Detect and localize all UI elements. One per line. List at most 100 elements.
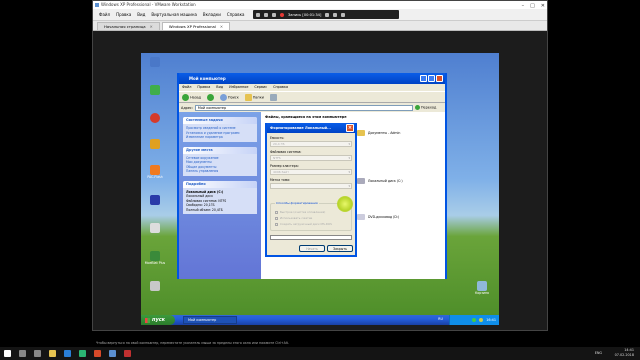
place-link[interactable]: Панель управления [186, 169, 254, 174]
desktop-icon[interactable]: MoeBlat Plus [144, 251, 166, 266]
desktop-icon[interactable] [144, 85, 166, 96]
window-toolbar: Назад Поиск Папки [179, 91, 445, 103]
msdos-boot-checkbox[interactable]: Создать загрузочный диск MS-DOS [275, 222, 332, 226]
fs-select[interactable]: NTFS [270, 155, 352, 161]
compression-checkbox[interactable]: Использовать сжатие [275, 216, 312, 220]
minimize-icon[interactable]: – [522, 2, 525, 9]
task-view-icon[interactable] [34, 350, 41, 357]
menu-tools[interactable]: Сервис [254, 84, 267, 91]
quick-format-checkbox[interactable]: Быстрое (очистка оглавления) [275, 210, 325, 214]
app-icon [150, 113, 160, 123]
desktop-icon[interactable]: PAC-Flash [144, 165, 166, 180]
menu-favorites[interactable]: Избранное [229, 84, 248, 91]
minimize-icon[interactable] [420, 75, 427, 82]
tab-home[interactable]: Начальная страница ✕ [97, 22, 160, 30]
app-icon [150, 195, 160, 205]
volume-input[interactable] [270, 183, 352, 189]
close-button[interactable]: Закрыть [327, 245, 353, 252]
drive-item[interactable]: Документы - Admin [357, 130, 400, 136]
language-indicator[interactable]: ENG [595, 351, 602, 355]
maximize-icon[interactable]: □ [530, 2, 535, 9]
menu-file[interactable]: Файл [99, 12, 110, 17]
dialog-titlebar[interactable]: Форматирование Локальный... × [267, 123, 355, 133]
address-input[interactable]: Мой компьютер [194, 104, 413, 111]
app-icon[interactable] [94, 350, 101, 357]
recycle-bin-icon [477, 281, 487, 291]
window-menubar: Файл Правка Вид Избранное Сервис Справка [179, 84, 445, 91]
menu-vm[interactable]: Виртуальная машина [151, 12, 196, 17]
desktop-icon[interactable] [144, 113, 166, 124]
window-controls [420, 75, 443, 82]
search-button[interactable]: Поиск [219, 93, 239, 101]
vmware-window-title: Windows XP Professional - VMware Worksta… [101, 2, 196, 7]
browser-icon[interactable] [64, 350, 71, 357]
panel-header[interactable]: Подробно [183, 180, 257, 188]
webcam-icon[interactable] [341, 12, 346, 17]
pen-icon[interactable] [325, 12, 330, 17]
menu-edit[interactable]: Правка [197, 84, 210, 91]
desktop-icon[interactable] [144, 223, 166, 234]
menu-view[interactable]: Вид [216, 84, 223, 91]
app-icon[interactable] [79, 350, 86, 357]
menu-help[interactable]: Справка [273, 84, 288, 91]
forward-button[interactable] [206, 93, 214, 101]
tab-winxp[interactable]: Windows XP Professional ✕ [161, 22, 231, 31]
language-indicator[interactable]: RU [438, 317, 443, 321]
desktop-icon[interactable] [144, 195, 166, 206]
vm-screen[interactable]: PAC-Flash MoeBlat Plus Корзина Мой компь… [141, 53, 499, 325]
host-clock[interactable]: 14:41 07.02.2018 [615, 348, 634, 358]
folders-button[interactable]: Папки [244, 93, 264, 101]
stop-icon[interactable] [264, 12, 268, 17]
start-button[interactable]: пуск [141, 315, 175, 325]
close-tab-icon[interactable]: ✕ [220, 23, 223, 31]
desktop-icon[interactable] [144, 139, 166, 150]
desktop-icon[interactable] [144, 57, 166, 68]
back-button[interactable]: Назад [182, 93, 201, 101]
record-icon[interactable] [280, 12, 284, 17]
menu-edit[interactable]: Правка [116, 12, 131, 17]
checkbox-icon [275, 222, 278, 226]
views-button[interactable] [269, 93, 277, 101]
maximize-icon[interactable] [428, 75, 435, 82]
menu-tabs[interactable]: Вкладки [203, 12, 221, 17]
drive-item[interactable]: DVD-дисковод (D:) [357, 214, 399, 220]
camera-icon[interactable] [272, 12, 276, 17]
vmware-icon[interactable] [109, 350, 116, 357]
app-icon [150, 85, 160, 95]
close-icon[interactable] [436, 75, 443, 82]
window-titlebar[interactable]: Мой компьютер [179, 73, 445, 84]
vmware-tabbar: Начальная страница ✕ Windows XP Professi… [93, 21, 547, 31]
start-button[interactable]: Начать [299, 245, 325, 252]
cursor-highlight [337, 196, 353, 212]
recycle-bin[interactable]: Корзина [471, 281, 493, 296]
go-button[interactable]: Переход [414, 105, 436, 110]
close-tab-icon[interactable]: ✕ [150, 23, 153, 31]
task-link[interactable]: Изменение параметра [186, 135, 254, 140]
cluster-select[interactable]: 4096 байт [270, 169, 352, 175]
recorder-icon[interactable] [124, 350, 131, 357]
dvd-drive-icon [357, 214, 365, 220]
search-icon[interactable] [19, 350, 26, 357]
address-bar: Адрес: Мой компьютер Переход [179, 103, 445, 112]
close-icon[interactable]: × [346, 124, 354, 132]
tray-icon[interactable] [472, 318, 477, 322]
pause-icon[interactable] [256, 12, 260, 17]
capacity-select[interactable]: 20,4 ГБ [270, 141, 352, 147]
menu-help[interactable]: Справка [227, 12, 245, 17]
menu-file[interactable]: Файл [182, 84, 191, 91]
panel-header[interactable]: Системные задачи [183, 117, 257, 124]
volume-label: Метка тома: [270, 178, 291, 182]
group-label: Способы форматирования [275, 201, 319, 205]
desktop-icon[interactable] [144, 281, 166, 292]
cluster-label: Размер кластера: [270, 164, 299, 168]
settings-icon[interactable] [333, 12, 338, 17]
taskbar-window-button[interactable]: Мой компьютер [183, 316, 237, 324]
drive-item[interactable]: Локальный диск (C:) [357, 178, 403, 184]
panel-header[interactable]: Другие места [183, 146, 257, 154]
file-explorer-icon[interactable] [49, 350, 56, 357]
menu-view[interactable]: Вид [137, 12, 145, 17]
windows-start-icon[interactable] [4, 350, 11, 357]
close-icon[interactable]: ✕ [541, 2, 545, 9]
fs-label: Файловая система: [270, 150, 302, 154]
tray-icon[interactable] [479, 318, 484, 322]
